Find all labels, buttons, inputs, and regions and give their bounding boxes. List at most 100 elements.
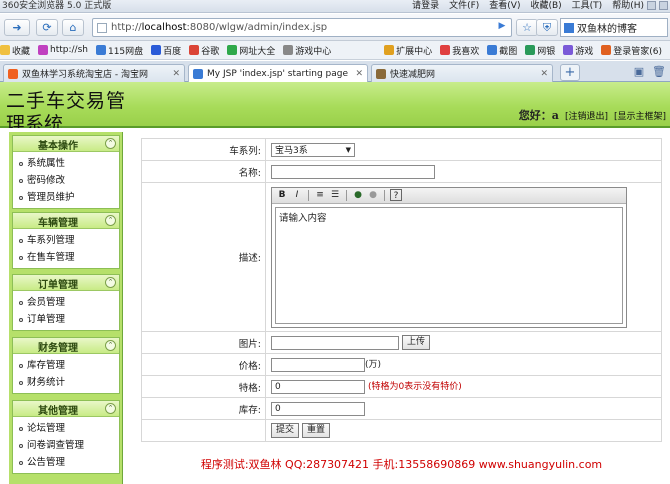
favorites-menu[interactable]: 收藏 xyxy=(0,44,30,57)
submit-button[interactable]: 提交 xyxy=(271,423,300,438)
menu-file[interactable]: 文件(F) xyxy=(449,0,479,12)
section-header[interactable]: 财务管理 ⌃ xyxy=(13,338,119,354)
name-input[interactable] xyxy=(271,164,435,179)
fav-link-baidu[interactable]: 百度 xyxy=(151,44,181,57)
sidebar-item-members[interactable]: 会员管理 xyxy=(19,294,119,311)
sidebar-section-basic: 基本操作 ⌃ 系统属性 密码修改 管理员维护 xyxy=(12,135,120,209)
upload-button[interactable]: 上传 xyxy=(402,335,431,350)
extensions-button[interactable]: 扩展中心 xyxy=(384,44,432,57)
collapse-icon[interactable]: ⌃ xyxy=(105,340,116,351)
tab-index-jsp[interactable]: My JSP 'index.jsp' starting page ✕ xyxy=(188,64,368,83)
ordered-list-icon[interactable]: ≡ xyxy=(314,189,326,201)
italic-button[interactable]: I xyxy=(291,189,303,201)
sidebar-item-admins[interactable]: 管理员维护 xyxy=(19,189,119,206)
close-tab-icon[interactable]: ✕ xyxy=(172,69,180,79)
new-tab-button[interactable]: + xyxy=(560,64,580,81)
sidebar: 基本操作 ⌃ 系统属性 密码修改 管理员维护 车辆管理 ⌃ 车系列管理 在售车管… xyxy=(9,132,123,484)
bullet-icon xyxy=(19,161,23,166)
sidebar-item-orders[interactable]: 订单管理 xyxy=(19,311,119,328)
sidebar-section-finance: 财务管理 ⌃ 库存管理 财务统计 xyxy=(12,337,120,394)
sites-icon xyxy=(227,45,238,55)
sidebar-item-survey[interactable]: 问卷调查管理 xyxy=(19,437,119,454)
menu-tools[interactable]: 工具(T) xyxy=(572,0,603,12)
sidebar-item-finance-stats[interactable]: 财务统计 xyxy=(19,374,119,391)
series-select[interactable]: 宝马3系 ▼ xyxy=(271,142,355,157)
sidebar-item-forum[interactable]: 论坛管理 xyxy=(19,420,119,437)
link-icon[interactable]: ● xyxy=(352,189,364,201)
fav-link-games[interactable]: 游戏中心 xyxy=(283,44,331,57)
sidebar-item-password[interactable]: 密码修改 xyxy=(19,172,119,189)
logout-link[interactable]: [注销退出] xyxy=(565,109,608,122)
stock-input[interactable]: 0 xyxy=(271,401,365,416)
price-input[interactable] xyxy=(271,357,365,372)
bookmark-star-button[interactable]: ☆ xyxy=(516,19,538,36)
tab-diet[interactable]: 快速减肥网 ✕ xyxy=(371,64,553,82)
collapse-icon[interactable]: ⌃ xyxy=(105,138,116,149)
bold-button[interactable]: B xyxy=(276,189,288,201)
image-path-input[interactable] xyxy=(271,335,399,350)
login-manager-button[interactable]: 登录管家(6) xyxy=(601,44,662,57)
taobao-icon xyxy=(8,68,18,79)
section-header[interactable]: 基本操作 ⌃ xyxy=(13,136,119,152)
site-icon xyxy=(376,68,386,79)
games-button[interactable]: 游戏 xyxy=(563,44,593,57)
refresh-button[interactable]: ⟳ xyxy=(36,19,58,36)
close-tab-icon[interactable]: ✕ xyxy=(355,69,363,79)
sidebar-item-inventory[interactable]: 库存管理 xyxy=(19,357,119,374)
minimize-button[interactable] xyxy=(647,1,656,10)
section-header[interactable]: 其他管理 ⌃ xyxy=(13,401,119,417)
search-box[interactable]: 双鱼林的博客 xyxy=(560,18,668,37)
controller-icon xyxy=(563,45,574,55)
special-price-input[interactable]: 0 xyxy=(271,379,365,394)
tab-taobao[interactable]: 双鱼林学习系统淘宝店 - 淘宝网 ✕ xyxy=(3,64,185,82)
fav-link-google[interactable]: 谷歌 xyxy=(189,44,219,57)
go-icon[interactable]: ▶ xyxy=(495,21,509,34)
menu-view[interactable]: 查看(V) xyxy=(489,0,520,12)
unordered-list-icon[interactable]: ☰ xyxy=(329,189,341,201)
menu-login[interactable]: 请登录 xyxy=(412,0,439,12)
sidebar-item-series[interactable]: 车系列管理 xyxy=(19,232,119,249)
fav-link-sites[interactable]: 网址大全 xyxy=(227,44,275,57)
restore-icon[interactable]: ▣ xyxy=(632,65,646,79)
shield-button[interactable]: ⛨ xyxy=(536,19,558,36)
trash-icon[interactable]: 🗑 xyxy=(652,65,666,79)
main-frame-link[interactable]: [显示主框架] xyxy=(614,109,666,122)
tab-bar: 双鱼林学习系统淘宝店 - 淘宝网 ✕ My JSP 'index.jsp' st… xyxy=(0,61,670,83)
gamepad-icon xyxy=(283,45,294,55)
fav-link-sh[interactable]: http://sh xyxy=(38,45,88,55)
search-text: 双鱼林的博客 xyxy=(577,24,637,35)
bullet-icon xyxy=(19,380,23,385)
collapse-icon[interactable]: ⌃ xyxy=(105,277,116,288)
help-icon[interactable]: ? xyxy=(390,189,402,201)
home-button[interactable]: ⌂ xyxy=(62,19,84,36)
address-bar[interactable]: http://localhost:8080/wlgw/admin/index.j… xyxy=(92,18,512,37)
bullet-icon xyxy=(19,300,23,305)
chevron-down-icon: ▼ xyxy=(345,145,351,154)
close-tab-icon[interactable]: ✕ xyxy=(540,69,548,79)
maximize-button[interactable] xyxy=(659,1,668,10)
section-header[interactable]: 车辆管理 ⌃ xyxy=(13,213,119,229)
bullet-icon xyxy=(19,195,23,200)
collapse-icon[interactable]: ⌃ xyxy=(105,403,116,414)
screenshot-button[interactable]: 截图 xyxy=(487,44,517,57)
tab-label: 双鱼林学习系统淘宝店 - 淘宝网 xyxy=(22,70,148,80)
unlink-icon[interactable]: ● xyxy=(367,189,379,201)
sidebar-item-cars-on-sale[interactable]: 在售车管理 xyxy=(19,249,119,266)
menu-favorites[interactable]: 收藏(B) xyxy=(530,0,561,12)
back-button[interactable]: ➜ xyxy=(4,19,30,36)
sidebar-item-notices[interactable]: 公告管理 xyxy=(19,454,119,471)
menu-help[interactable]: 帮助(H) xyxy=(612,0,644,12)
sidebar-item-system-props[interactable]: 系统属性 xyxy=(19,155,119,172)
editor-textarea[interactable]: 请输入内容 xyxy=(275,206,623,324)
section-header[interactable]: 订单管理 ⌃ xyxy=(13,275,119,291)
bullet-icon xyxy=(19,317,23,322)
collapse-icon[interactable]: ⌃ xyxy=(105,215,116,226)
section-title: 其他管理 xyxy=(38,406,78,417)
bank-button[interactable]: 网银 xyxy=(525,44,555,57)
sidebar-section-orders: 订单管理 ⌃ 会员管理 订单管理 xyxy=(12,274,120,331)
baidu-icon xyxy=(151,45,162,55)
globe-icon xyxy=(38,45,49,55)
fav-link-115[interactable]: 115网盘 xyxy=(95,44,143,57)
likes-button[interactable]: 我喜欢 xyxy=(440,44,479,57)
reset-button[interactable]: 重置 xyxy=(302,423,331,438)
